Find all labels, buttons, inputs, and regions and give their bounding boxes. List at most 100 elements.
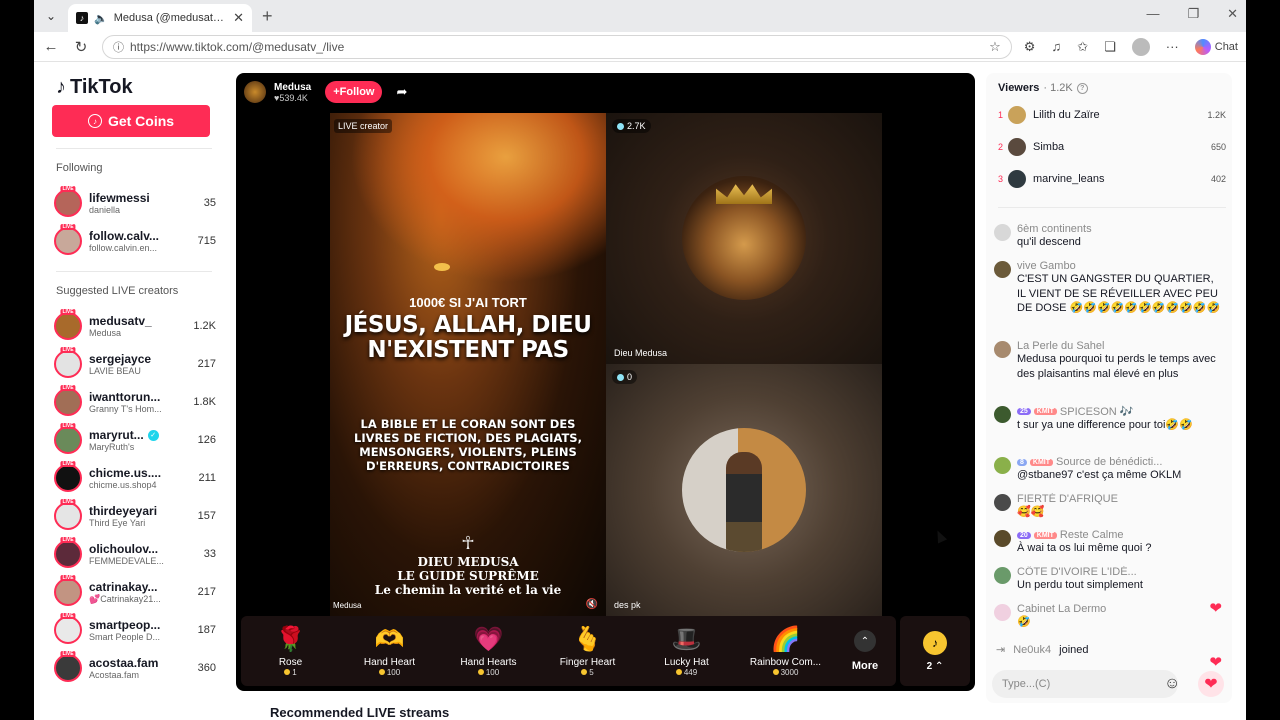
user-name: iwanttorun... xyxy=(89,390,182,404)
sidebar-user-row[interactable]: LIVE thirdeyeyari Third Eye Yari 157 xyxy=(54,497,216,535)
guest2-avatar xyxy=(682,428,806,552)
minimize-icon[interactable]: — xyxy=(1146,6,1159,22)
close-tab-icon[interactable]: ✕ xyxy=(233,10,244,26)
more-menu-icon[interactable]: ··· xyxy=(1166,39,1179,54)
viewers-title: Viewers xyxy=(998,82,1040,94)
chat-message[interactable]: 20 KMIT Reste Calme À wai ta os lui même qu… xyxy=(994,529,1222,556)
poster-signature: DIEU MEDUSA LE GUIDE SUPRÊME Le chemin l… xyxy=(330,555,606,597)
sidebar-user-row[interactable]: LIVE sergejayce LAVIE BEAU 217 xyxy=(54,345,216,383)
chat-message[interactable]: 25 KMIT SPICESON 🎶 t sur ya une difference … xyxy=(994,405,1222,433)
chat-input[interactable]: Type...(C) xyxy=(992,670,1178,698)
user-avatar: LIVE xyxy=(54,575,82,606)
user-name-text: thirdeyeyari xyxy=(89,504,158,518)
chat-message[interactable]: Cabinet La Dermo 🤣 xyxy=(994,603,1222,630)
chat-message[interactable]: FIERTÉ D'AFRIQUE 🥰🥰 xyxy=(994,493,1222,520)
message-username: Cabinet La Dermo xyxy=(1017,603,1222,615)
user-name: smartpeop... xyxy=(89,618,182,632)
message-username: FIERTÉ D'AFRIQUE xyxy=(1017,493,1222,505)
follow-button[interactable]: +Follow xyxy=(325,81,383,103)
viewers-header[interactable]: Viewers · 1.2K ? xyxy=(998,82,1088,94)
sidebar-user-row[interactable]: LIVE medusatv_ Medusa 1.2K xyxy=(54,307,216,345)
live-player[interactable]: Medusa ♥539.4K +Follow ➦ LIVE creator 10… xyxy=(236,73,975,691)
gift-item[interactable]: 💗 Hand Hearts 100 xyxy=(439,626,538,677)
sidebar-user-row[interactable]: LIVE chicme.us.... chicme.us.shop4 211 xyxy=(54,459,216,497)
more-gifts-button[interactable]: ⌃ More xyxy=(835,630,895,672)
profile-avatar[interactable] xyxy=(1131,37,1150,56)
gift-icon: 🌹 xyxy=(275,625,306,653)
host-name: Medusa xyxy=(274,81,312,93)
emoji-icon[interactable]: ☺ xyxy=(1164,675,1180,693)
url-field[interactable]: ⓘ https://www.tiktok.com/@medusatv_/live… xyxy=(102,34,1012,59)
gift-item[interactable]: 🌹 Rose 1 xyxy=(241,626,340,677)
user-subtitle: MaryRuth's xyxy=(89,442,135,452)
favorite-star-icon[interactable]: ☆ xyxy=(989,39,1001,55)
gift-price: 5 xyxy=(581,668,594,677)
tab-tiktok-live[interactable]: ♪ 🔈 Medusa (@medusatv_) is LIVE ✕ xyxy=(68,4,252,32)
user-text: catrinakay... 💕Catrinakay21... xyxy=(89,580,182,605)
top-viewer-row[interactable]: 2 Simba 650 xyxy=(998,136,1226,158)
info-icon[interactable]: ? xyxy=(1076,82,1088,94)
message-body: 25 KMIT SPICESON 🎶 t sur ya une difference … xyxy=(1017,405,1222,433)
gift-price-value: 100 xyxy=(386,667,401,677)
chat-message[interactable]: 8 KMIT Source de bénédicti... @stbane97 c'e… xyxy=(994,456,1222,483)
extensions-icon[interactable]: ⚙ xyxy=(1024,39,1036,55)
coin-balance-button[interactable]: ♪ 2 ⌃ xyxy=(900,616,970,686)
top-viewer-row[interactable]: 3 marvine_leans 402 xyxy=(998,168,1226,190)
sidebar-user-row[interactable]: LIVE smartpeop... Smart People D... 187 xyxy=(54,611,216,649)
user-avatar: LIVE xyxy=(54,499,82,530)
gift-item[interactable]: 🫰 Finger Heart 5 xyxy=(538,626,637,677)
top-viewer-row[interactable]: 1 Lilith du Zaïre 1.2K xyxy=(998,104,1226,126)
sidebar-user-row[interactable]: LIVE catrinakay... 💕Catrinakay21... 217 xyxy=(54,573,216,611)
user-text: follow.calv... follow.calvin.en... xyxy=(89,229,182,253)
viewer-score: 402 xyxy=(1210,174,1226,184)
sidebar-user-row[interactable]: LIVE acostaa.fam Acostaa.fam 360 xyxy=(54,649,216,687)
sidebar-user-row[interactable]: LIVE follow.calv... follow.calvin.en... 715 xyxy=(54,222,216,260)
message-text: @stbane97 c'est ça même OKLM xyxy=(1017,469,1182,481)
level-badge: 20 xyxy=(1017,531,1031,539)
collections-icon[interactable]: ❏ xyxy=(1104,39,1116,55)
tiktok-note-icon: ♪ xyxy=(56,76,66,98)
sidebar-user-row[interactable]: LIVE lifewmessi daniella 35 xyxy=(54,184,216,222)
reload-icon[interactable]: ↻ xyxy=(72,38,90,56)
sidebar-user-row[interactable]: LIVE olichoulov... FEMMEDEVALE... 33 xyxy=(54,535,216,573)
media-icon[interactable]: ♫ xyxy=(1051,39,1061,54)
user-avatar: LIVE xyxy=(54,537,82,568)
new-tab-icon[interactable]: + xyxy=(262,6,273,27)
maximize-icon[interactable]: ❐ xyxy=(1187,6,1199,22)
back-icon[interactable]: ← xyxy=(42,38,60,56)
host-info[interactable]: Medusa ♥539.4K xyxy=(274,82,311,103)
message-username-text: SPICESON 🎶 xyxy=(1059,406,1134,418)
host-video[interactable]: LIVE creator 1000€ SI J'AI TORT JÉSUS, A… xyxy=(330,113,606,616)
viewer-rank: 2 xyxy=(998,142,1004,152)
chat-message[interactable]: vive Gambo C'EST UN GANGSTER DU QUARTIER,… xyxy=(994,260,1222,316)
tiktok-logo[interactable]: ♪ TikTok xyxy=(56,76,216,99)
guest-video-1[interactable]: 2.7K Dieu Medusa xyxy=(606,113,882,364)
sidebar-user-row[interactable]: LIVE iwanttorun... Granny T's Hom... 1.8K xyxy=(54,383,216,421)
gift-price: 100 xyxy=(477,668,499,677)
gift-item[interactable]: 🫶 Hand Heart 100 xyxy=(340,626,439,677)
speaker-icon[interactable]: 🔈 xyxy=(94,12,108,25)
close-window-icon[interactable]: ✕ xyxy=(1227,6,1238,22)
sidebar-user-row[interactable]: LIVE maryrut... ✓ MaryRuth's 126 xyxy=(54,421,216,459)
favorites-icon[interactable]: ✩ xyxy=(1077,39,1088,55)
chat-message[interactable]: 6èm continents qu'il descend xyxy=(994,223,1222,250)
chat-panel: Viewers · 1.2K ? 1 Lilith du Zaïre 1.2K 2 Si… xyxy=(986,73,1232,703)
user-name-text: medusatv_ xyxy=(89,314,152,328)
share-icon[interactable]: ➦ xyxy=(396,84,407,100)
tab-bar: ⌄ ♪ 🔈 Medusa (@medusatv_) is LIVE ✕ + — … xyxy=(34,0,1246,32)
guest-video-2[interactable]: 0 des pk xyxy=(606,364,882,616)
frame-right xyxy=(1246,0,1280,720)
gift-item[interactable]: 🌈 Rainbow Com... 3000 xyxy=(736,626,835,677)
like-heart-button[interactable]: ❤ xyxy=(1198,671,1224,697)
user-text: chicme.us.... chicme.us.shop4 xyxy=(89,466,182,490)
gift-item[interactable]: 🎩 Lucky Hat 449 xyxy=(637,626,736,677)
copilot-chat-button[interactable]: Chat xyxy=(1194,38,1238,55)
tab-menu-icon[interactable]: ⌄ xyxy=(40,5,62,27)
host-avatar[interactable] xyxy=(244,81,266,103)
chat-message[interactable]: La Perle du Sahel Medusa pourquoi tu perd… xyxy=(994,340,1222,381)
chat-message[interactable]: CÔTE D'IVOIRE L'IDÉ... Un perdu tout simp… xyxy=(994,566,1222,593)
message-username: CÔTE D'IVOIRE L'IDÉ... xyxy=(1017,566,1222,578)
site-info-icon[interactable]: ⓘ xyxy=(113,39,124,55)
joined-user: Ne0uk4 xyxy=(1013,643,1052,656)
get-coins-button[interactable]: ♪ Get Coins xyxy=(52,105,210,137)
